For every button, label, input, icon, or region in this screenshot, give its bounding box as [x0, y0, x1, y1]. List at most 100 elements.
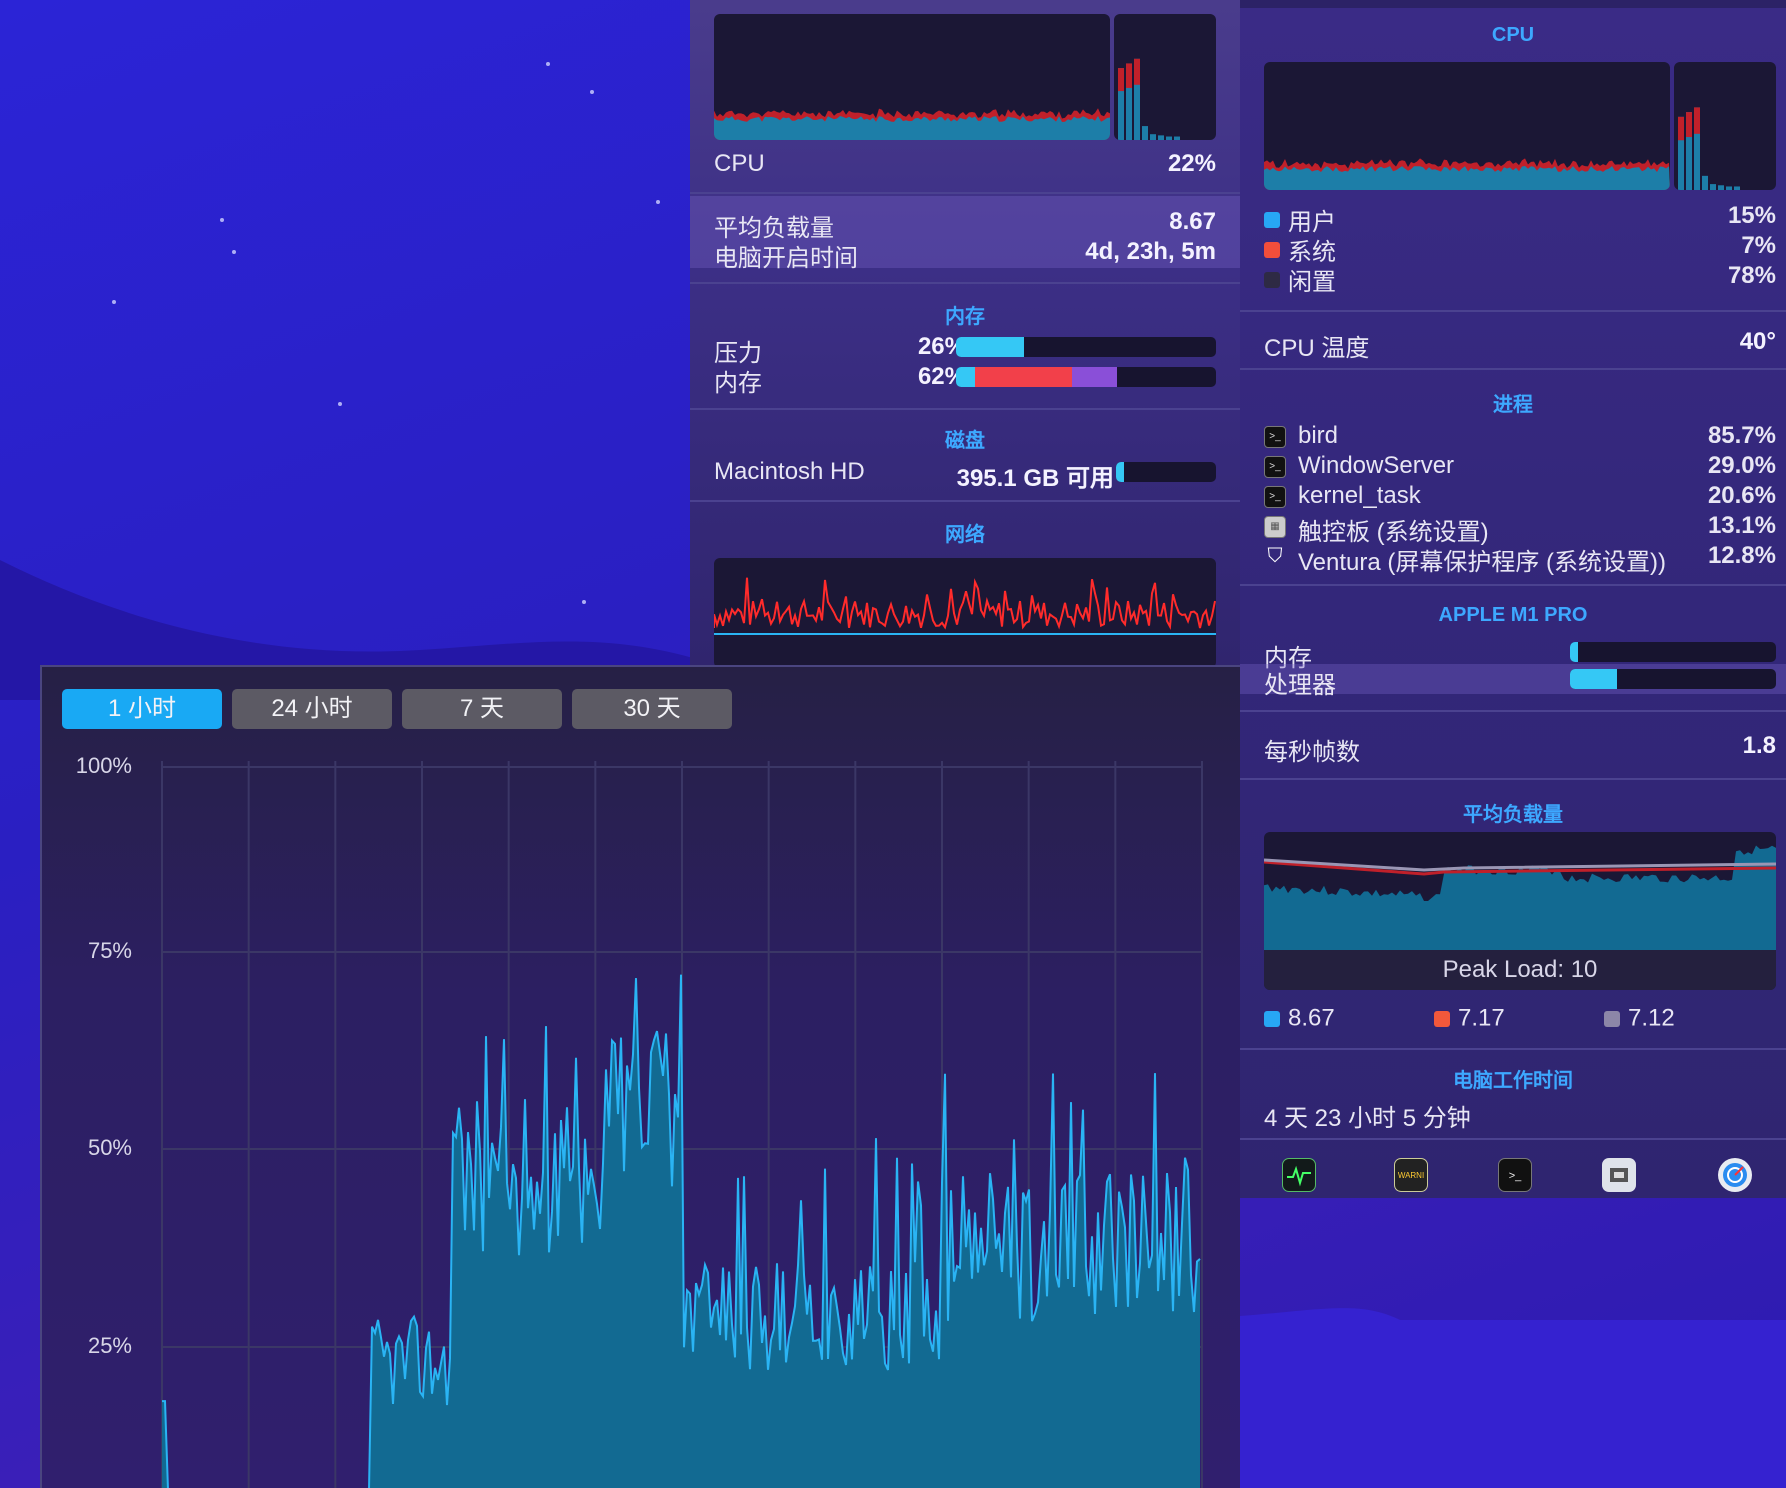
gpu-memory-bar	[1570, 642, 1776, 662]
process-row[interactable]: >_ WindowServer 29.0%	[1264, 452, 1776, 482]
process-row[interactable]: >_ kernel_task 20.6%	[1264, 482, 1776, 512]
process-cpu-value: 85.7%	[1707, 422, 1776, 449]
load-value: 7.12	[1628, 1004, 1675, 1032]
process-row[interactable]: ▦ 触控板 (系统设置) 13.1%	[1264, 512, 1776, 546]
terminal-icon: >_	[1264, 426, 1286, 448]
process-cpu-value: 13.1%	[1707, 512, 1776, 539]
core-usage-bar	[1710, 184, 1716, 190]
network-section-title: 网络	[945, 524, 985, 546]
load-value-item: 7.17	[1434, 1004, 1505, 1033]
pressure-value: 26%	[917, 333, 966, 360]
disk-utility-icon[interactable]	[1718, 1158, 1752, 1192]
disk-bar-fill	[1116, 462, 1124, 482]
terminal-icon[interactable]: >_	[1498, 1158, 1532, 1192]
cpu-history-graph	[1264, 62, 1670, 190]
cpu-legend-row: 闲置 78%	[1264, 262, 1776, 296]
process-row[interactable]: >_ bird 85.7%	[1264, 422, 1776, 452]
star	[232, 250, 236, 254]
core-usage-bar	[1726, 186, 1732, 190]
star	[112, 300, 116, 304]
memory-bar-wired	[975, 367, 1073, 387]
core-system-bar	[1694, 107, 1700, 134]
legend-value: 78%	[1727, 262, 1776, 289]
cpu-legend-row: 系统 7%	[1264, 232, 1776, 266]
core-system-bar	[1126, 63, 1132, 88]
core-system-bar	[1686, 112, 1692, 138]
memory-bar-fill	[956, 367, 1118, 387]
star	[656, 200, 660, 204]
legend-swatch	[1264, 241, 1280, 258]
core-system-bar	[1134, 58, 1140, 85]
gpu-processor-label: 处理器	[1264, 672, 1336, 699]
divider	[690, 282, 1240, 284]
divider	[1240, 584, 1786, 586]
star	[338, 402, 342, 406]
process-row[interactable]: ⛉ Ventura (屏幕保护程序 (系统设置)) 12.8%	[1264, 542, 1777, 576]
core-usage-bar	[1734, 186, 1740, 190]
gpu-processor-row[interactable]: 处理器	[1240, 664, 1786, 699]
core-system-bar	[1678, 116, 1684, 141]
core-usage-bar	[1174, 136, 1180, 140]
divider	[1240, 1048, 1786, 1050]
cpu-legend-row: 用户 15%	[1264, 202, 1776, 236]
memory-section-title: 内存	[945, 306, 985, 328]
memory-bar-app	[956, 367, 976, 387]
cpu-usage-history-chart	[161, 761, 1203, 1488]
core-usage-bar	[1158, 135, 1164, 140]
gpu-processor-bar	[1570, 669, 1776, 689]
cpu-value: 22%	[1167, 150, 1216, 177]
activity-monitor-icon[interactable]	[1282, 1158, 1316, 1192]
divider	[1240, 778, 1786, 780]
gpu-section-title: APPLE M1 PRO	[1438, 604, 1588, 626]
process-name: kernel_task	[1298, 482, 1421, 509]
cpu-history-chart	[714, 108, 1110, 140]
core-usage-bar	[1166, 136, 1172, 140]
system-information-icon[interactable]	[1602, 1158, 1636, 1192]
load-swatch	[1434, 1010, 1450, 1027]
cpu-menu-panel: CPU 22% 平均负载量 8.67 电脑开启时间 4d, 23h, 5m 内存…	[690, 0, 1240, 665]
cpu-core-graph	[1114, 14, 1216, 140]
divider	[690, 192, 1240, 194]
gpu-memory-bar-fill	[1570, 642, 1579, 662]
core-usage-bar	[1150, 134, 1156, 140]
trackpad-icon: ▦	[1264, 516, 1286, 538]
network-in-line	[714, 577, 1216, 630]
process-name: Ventura (屏幕保护程序 (系统设置))	[1298, 549, 1667, 576]
cpu-label: CPU	[714, 150, 765, 177]
console-icon[interactable]: WARNI	[1394, 1158, 1428, 1192]
divider	[1240, 710, 1786, 712]
load-row-highlight[interactable]: 平均负载量 8.67 电脑开启时间 4d, 23h, 5m	[690, 196, 1240, 272]
disk-name: Macintosh HD	[714, 458, 865, 485]
legend-swatch	[1264, 271, 1280, 288]
disk-free-value: 395.1 GB 可用	[956, 465, 1114, 492]
pressure-bar-fill	[956, 337, 1024, 357]
legend-value: 7%	[1741, 232, 1776, 259]
legend-value: 15%	[1727, 202, 1776, 229]
divider	[690, 500, 1240, 502]
cpu-history-graph	[714, 14, 1110, 140]
shield-icon: ⛉	[1267, 545, 1283, 567]
divider	[1240, 310, 1786, 312]
process-cpu-value: 12.8%	[1707, 542, 1776, 569]
cpu-temp-label: CPU 温度	[1264, 335, 1370, 362]
core-system-bar	[1118, 68, 1124, 92]
gpu-processor-bar-fill	[1570, 669, 1618, 689]
divider	[690, 408, 1240, 410]
memory-bar-compressed	[1072, 367, 1118, 387]
dune-shape	[1240, 1308, 1786, 1488]
cpu-history-chart	[1264, 158, 1670, 190]
cpu-history-window: 1 小时 24 小时 7 天 30 天 100% 75% 50% 25%	[40, 665, 1240, 1488]
network-graph	[714, 558, 1216, 665]
process-cpu-value: 20.6%	[1707, 482, 1776, 509]
peak-load-label: Peak Load: 10	[1264, 950, 1776, 990]
disk-bar	[1116, 462, 1216, 482]
network-chart	[714, 577, 1216, 635]
load-value: 7.17	[1458, 1004, 1505, 1032]
fps-value: 1.8	[1742, 732, 1776, 759]
terminal-icon: >_	[1264, 486, 1286, 508]
memory-label: 内存	[714, 370, 762, 397]
uptime-label: 电脑开启时间	[714, 245, 858, 272]
load-section-title: 平均负载量	[1463, 804, 1563, 826]
process-name: bird	[1298, 422, 1339, 449]
load-average-graph: Peak Load: 10	[1264, 832, 1776, 990]
